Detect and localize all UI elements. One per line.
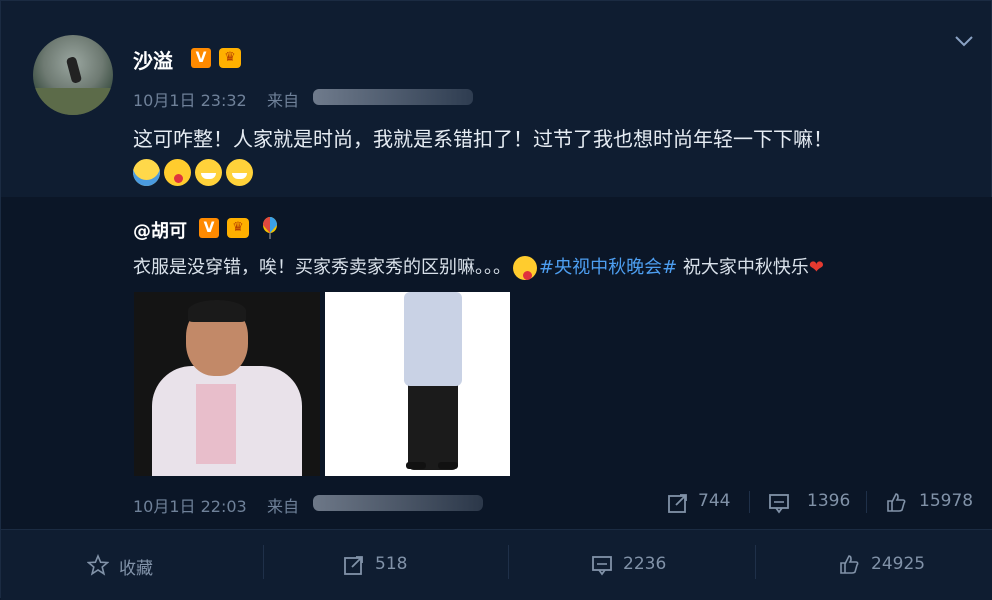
action-divider xyxy=(263,545,264,579)
favorite-button[interactable]: 收藏 xyxy=(119,554,153,579)
repost-timestamp[interactable]: 10月1日 22:03 xyxy=(133,493,247,517)
stat-divider xyxy=(866,491,867,513)
action-divider xyxy=(755,545,756,579)
weibo-post-card: 沙溢 V ♛ 10月1日 23:32 来自 这可咋整！人家就是时尚，我就是系错扣… xyxy=(0,0,992,600)
user-avatar[interactable] xyxy=(33,35,113,115)
balloon-badge-icon xyxy=(261,217,279,239)
thumbs-up-icon[interactable] xyxy=(885,491,907,513)
repost-text-tail: 祝大家中秋快乐 xyxy=(677,257,809,278)
repost-share-icon[interactable] xyxy=(667,492,689,514)
repost-like-count: 15978 xyxy=(919,491,974,511)
tongue-emoji-icon xyxy=(513,256,537,280)
post-username[interactable]: 沙溢 xyxy=(133,45,173,74)
comment-icon[interactable] xyxy=(768,492,790,514)
stat-divider xyxy=(749,491,750,513)
verified-v-icon: V xyxy=(191,48,211,68)
chevron-down-icon[interactable] xyxy=(953,33,975,49)
comment-button-count[interactable]: 2236 xyxy=(623,554,666,574)
post-text: 这可咋整！人家就是时尚，我就是系错扣了！过节了我也想时尚年轻一下下嘛！ xyxy=(133,127,833,151)
repost-source-label: 来自 xyxy=(267,497,300,516)
star-icon[interactable] xyxy=(86,553,110,576)
repost-photo-product[interactable] xyxy=(325,292,510,476)
share-icon[interactable] xyxy=(343,554,365,576)
redacted-source xyxy=(313,495,483,511)
vip-crown-icon: ♛ xyxy=(227,218,249,238)
redacted-source xyxy=(313,89,473,105)
repost-text: 衣服是没穿错，唉！买家秀卖家秀的区别嘛。。。 #央视中秋晚会# 祝大家中秋快乐❤ xyxy=(133,253,824,280)
vip-crown-icon: ♛ xyxy=(219,48,241,68)
heart-emoji-icon: ❤ xyxy=(808,257,824,278)
post-timestamp[interactable]: 10月1日 23:32 xyxy=(133,87,247,111)
action-divider xyxy=(508,545,509,579)
grin-emoji-icon xyxy=(195,159,222,186)
hashtag-link[interactable]: #央视中秋晚会# xyxy=(539,257,677,278)
post-source-label: 来自 xyxy=(267,91,300,110)
grin-emoji-icon xyxy=(226,159,253,186)
repost-comment-count: 1396 xyxy=(807,491,851,511)
repost-button-count[interactable]: 518 xyxy=(375,554,407,574)
like-button-count[interactable]: 24925 xyxy=(871,554,925,574)
thumbs-up-icon[interactable] xyxy=(838,553,860,575)
tongue-emoji-icon xyxy=(164,159,191,186)
verified-v-icon: V xyxy=(199,218,219,238)
repost-username[interactable]: @胡可 xyxy=(133,217,187,243)
repost-text-body: 衣服是没穿错，唉！买家秀卖家秀的区别嘛。。。 xyxy=(133,257,511,278)
comment-icon[interactable] xyxy=(591,554,613,576)
laughing-crying-emoji-icon xyxy=(133,159,160,186)
repost-share-count: 744 xyxy=(698,491,731,511)
repost-photo-stage[interactable] xyxy=(134,292,320,476)
